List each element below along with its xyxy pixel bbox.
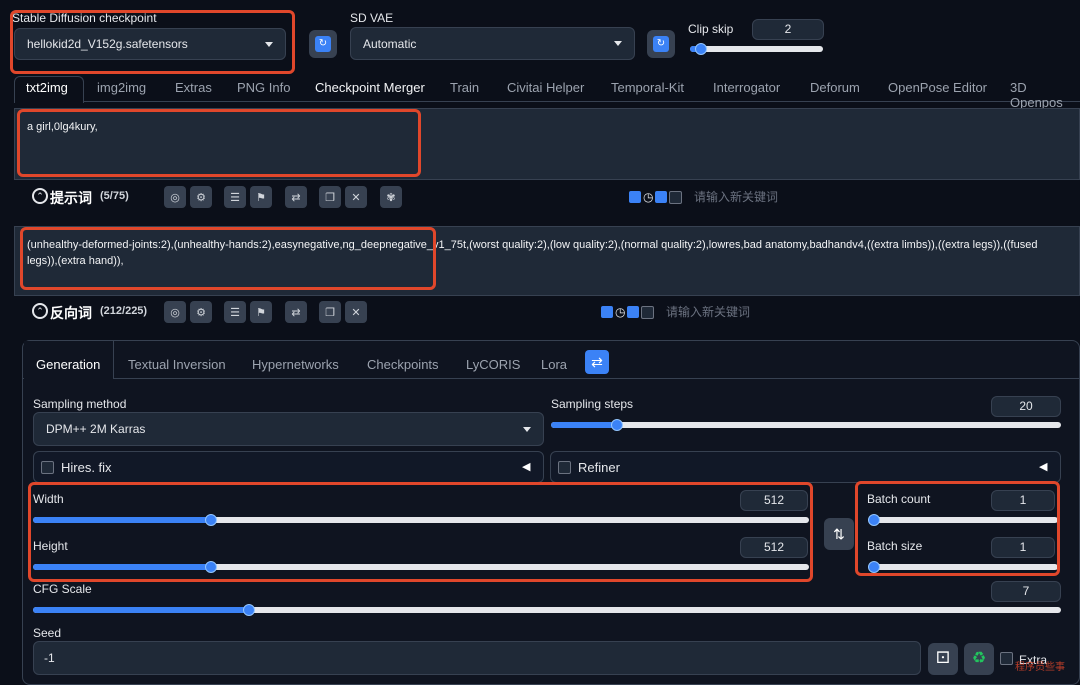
positive-token-count: (5/75) (100, 190, 129, 202)
tab-txt2img[interactable]: txt2img (26, 80, 68, 95)
negative-keyword-input[interactable]: 请输入新关键词 (666, 303, 750, 320)
subtab-textual-inversion[interactable]: Textual Inversion (128, 357, 226, 372)
swap-icon: ⇅ (833, 526, 845, 542)
highlight-box-size (28, 482, 813, 582)
clock-icon: ◷ (643, 190, 654, 204)
refresh-icon: ↻ (315, 36, 331, 52)
highlight-box-checkpoint (10, 10, 295, 74)
subtab-divider (22, 378, 1080, 379)
gear-icon[interactable]: ⚙ (190, 186, 212, 208)
tab-train[interactable]: Train (450, 80, 479, 95)
swap-dimensions-button[interactable]: ⇅ (824, 518, 854, 550)
sampling-steps-label: Sampling steps (551, 397, 634, 411)
globe-icon[interactable]: ◎ (164, 186, 186, 208)
checkbox-icon[interactable] (627, 306, 640, 318)
refresh-networks-icon[interactable]: ⇄ (585, 350, 609, 374)
positive-keyword-input[interactable]: 请输入新关键词 (694, 188, 778, 205)
tab-openpose-editor[interactable]: OpenPose Editor (888, 80, 987, 95)
refiner-checkbox[interactable] (558, 461, 571, 474)
subtab-checkpoints[interactable]: Checkpoints (367, 357, 439, 372)
checkbox-icon[interactable] (629, 191, 641, 203)
extra-checkbox[interactable] (1000, 652, 1013, 665)
negative-prompt-label: 反向词 (50, 305, 92, 321)
checkbox-icon[interactable] (669, 190, 683, 204)
trash-icon[interactable]: ✕ (345, 301, 367, 323)
refiner-accordion[interactable] (550, 451, 1061, 483)
dice-icon[interactable]: ⚀ (928, 643, 958, 675)
translate-icon[interactable]: ⇄ (285, 301, 307, 323)
watermark: 程序员些事 (1015, 662, 1065, 673)
collapse-chevron-icon[interactable]: ⌃ (32, 188, 48, 204)
highlight-box-positive-prompt (17, 109, 421, 177)
trash-icon[interactable]: ✕ (345, 186, 367, 208)
sampling-steps-slider[interactable] (551, 419, 1061, 431)
collapse-chevron-icon[interactable]: ⌃ (32, 303, 48, 319)
checkbox-icon[interactable] (601, 306, 613, 318)
sampling-method-dropdown[interactable]: DPM++ 2M Karras (33, 412, 544, 446)
refiner-label: Refiner (578, 460, 620, 475)
seed-input[interactable]: -1 (33, 641, 921, 675)
sampling-method-value: DPM++ 2M Karras (46, 422, 146, 436)
checkbox-icon[interactable] (641, 305, 655, 319)
subtab-hypernetworks[interactable]: Hypernetworks (252, 357, 339, 372)
highlight-box-batch (855, 481, 1060, 576)
clip-skip-slider[interactable] (690, 43, 823, 55)
subtab-generation[interactable]: Generation (36, 357, 100, 372)
clip-skip-input[interactable]: 2 (752, 19, 824, 40)
tab-extras[interactable]: Extras (175, 80, 212, 95)
sampling-steps-input[interactable]: 20 (991, 396, 1061, 417)
sampling-method-label: Sampling method (33, 397, 127, 411)
cfg-scale-label: CFG Scale (33, 582, 92, 596)
cfg-scale-input[interactable]: 7 (991, 581, 1061, 602)
highlight-box-negative-prompt (20, 227, 436, 290)
cfg-scale-slider[interactable] (33, 604, 1061, 616)
seed-label: Seed (33, 626, 62, 640)
tab-temporal-kit[interactable]: Temporal-Kit (611, 80, 684, 95)
hires-fix-checkbox[interactable] (41, 461, 54, 474)
recycle-icon[interactable]: ♻ (964, 643, 994, 675)
subtab-lora[interactable]: Lora (541, 357, 567, 372)
tab-img2img[interactable]: img2img (97, 80, 146, 95)
clip-skip-label: Clip skip (688, 22, 734, 36)
chevron-down-icon (523, 426, 531, 432)
subtab-lycoris[interactable]: LyCORIS (466, 357, 520, 372)
vae-label: SD VAE (350, 11, 394, 25)
globe-icon[interactable]: ◎ (164, 301, 186, 323)
hires-fix-label: Hires. fix (61, 460, 112, 475)
openai-icon[interactable]: ✾ (380, 186, 402, 208)
history-icon[interactable]: ☰ (224, 186, 246, 208)
gear-icon[interactable]: ⚙ (190, 301, 212, 323)
negative-token-count: (212/225) (100, 305, 148, 317)
positive-keyword-toggles[interactable]: ◷ (629, 190, 683, 204)
chevron-down-icon (614, 41, 622, 46)
checkbox-icon[interactable] (655, 191, 668, 203)
tab-png-info[interactable]: PNG Info (237, 80, 290, 95)
refresh-vae-button[interactable]: ↻ (647, 30, 675, 58)
tab-checkpoint-merger[interactable]: Checkpoint Merger (315, 80, 425, 95)
history-icon[interactable]: ☰ (224, 301, 246, 323)
tab-3d-openpose[interactable]: 3D Openpos (1010, 80, 1080, 110)
vae-dropdown[interactable]: Automatic (350, 27, 635, 60)
bookmark-icon[interactable]: ⚑ (250, 301, 272, 323)
refresh-icon: ↻ (653, 36, 669, 52)
negative-keyword-toggles[interactable]: ◷ (601, 305, 655, 319)
translate-icon[interactable]: ⇄ (285, 186, 307, 208)
tab-interrogator[interactable]: Interrogator (713, 80, 780, 95)
copy-icon[interactable]: ❐ (319, 301, 341, 323)
bookmark-icon[interactable]: ⚑ (250, 186, 272, 208)
tab-deforum[interactable]: Deforum (810, 80, 860, 95)
positive-prompt-label: 提示词 (50, 190, 92, 206)
vae-value: Automatic (363, 36, 417, 51)
copy-icon[interactable]: ❐ (319, 186, 341, 208)
clock-icon: ◷ (615, 305, 626, 319)
collapse-arrow-icon[interactable]: ◀ (522, 460, 530, 473)
collapse-arrow-icon[interactable]: ◀ (1039, 460, 1047, 473)
refresh-checkpoint-button[interactable]: ↻ (309, 30, 337, 58)
tab-civitai-helper[interactable]: Civitai Helper (507, 80, 584, 95)
